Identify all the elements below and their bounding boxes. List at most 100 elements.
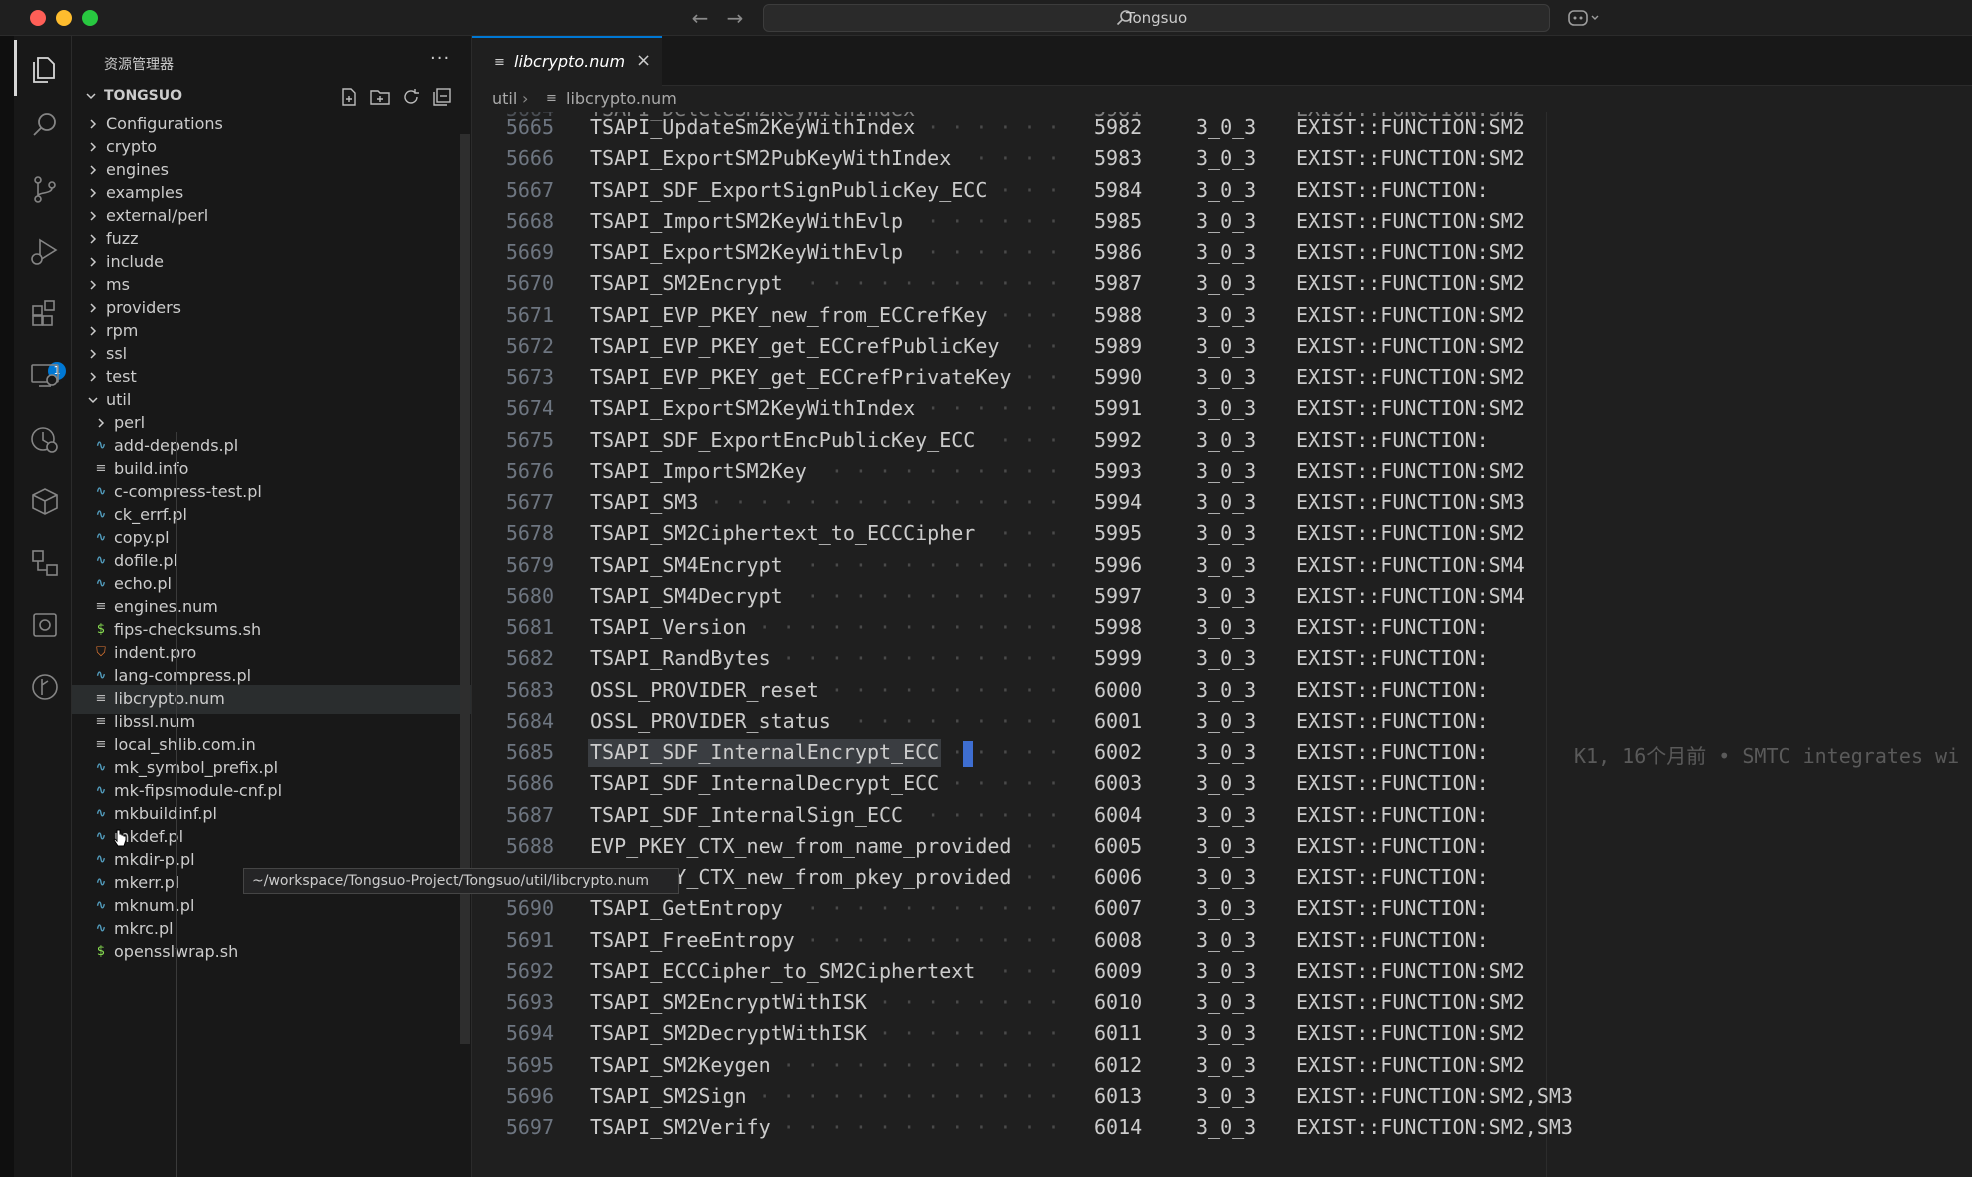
forward-arrow-icon[interactable]: → bbox=[723, 6, 747, 30]
symbol-name: TSAPI_GetEntropy bbox=[590, 896, 783, 921]
back-arrow-icon[interactable]: ← bbox=[688, 6, 712, 30]
minimize-window-button[interactable] bbox=[56, 10, 72, 26]
source-control-icon[interactable] bbox=[28, 172, 62, 206]
chevron-right-icon bbox=[90, 119, 97, 129]
tree-item-label: mkdir-p.pl bbox=[114, 850, 195, 869]
tree-item-label: crypto bbox=[106, 137, 158, 156]
line-number: 5682 bbox=[505, 646, 554, 671]
perl-file-icon: ∿ bbox=[95, 530, 107, 545]
settings-sync-icon[interactable] bbox=[28, 608, 62, 642]
maximize-window-button[interactable] bbox=[82, 10, 98, 26]
ordinal-number: 5996 bbox=[1094, 552, 1143, 577]
symbol-name: TSAPI_EVP_PKEY_get_ECCrefPublicKey bbox=[590, 333, 1000, 358]
export-info: EXIST::FUNCTION: bbox=[1296, 927, 1489, 952]
export-info: EXIST::FUNCTION:SM2 bbox=[1296, 115, 1525, 139]
symbol-name: TSAPI_SM2Verify bbox=[590, 1115, 771, 1139]
editor-line: · · · · · · · · · · · 5690 TSAPI_GetEntro… bbox=[472, 893, 1972, 925]
code-editor[interactable]: 5664 TSAPI_DeleteSM2KeyWithIndex 5981 EX… bbox=[472, 112, 1972, 1177]
structure-icon[interactable] bbox=[28, 546, 62, 580]
close-window-button[interactable] bbox=[30, 10, 46, 26]
copilot-icon[interactable] bbox=[1566, 6, 1602, 30]
export-info: EXIST::FUNCTION: bbox=[1296, 802, 1489, 827]
line-number: 5673 bbox=[505, 365, 554, 389]
timeline-icon[interactable] bbox=[28, 422, 62, 456]
tree-item-label: Configurations bbox=[106, 114, 223, 133]
version: 3_0_3 bbox=[1196, 1052, 1257, 1077]
search-icon[interactable] bbox=[28, 108, 62, 142]
breadcrumb-file[interactable]: libcrypto.num bbox=[566, 89, 677, 108]
workspace-section-header[interactable]: TONGSUO bbox=[72, 84, 471, 110]
line-number: 5686 bbox=[505, 771, 554, 796]
tree-item-label: examples bbox=[106, 183, 184, 202]
git-graph-icon[interactable] bbox=[28, 670, 62, 704]
editor-line: · · · · · · · · · · · 5670 TSAPI_SM2Encry… bbox=[472, 268, 1972, 300]
tree-item-label: include bbox=[106, 252, 164, 271]
chevron-right-icon bbox=[90, 142, 97, 152]
version: 3_0_3 bbox=[1196, 833, 1257, 858]
ordinal-number: 5982 bbox=[1094, 115, 1143, 139]
tree-item-label: libcrypto.num bbox=[114, 689, 225, 708]
chevron-right-icon bbox=[90, 188, 97, 198]
version: 3_0_3 bbox=[1196, 1021, 1257, 1046]
version: 3_0_3 bbox=[1196, 333, 1257, 358]
editor-line: · · · · · · · · · · · · · 5681 TSAPI_Vers… bbox=[472, 612, 1972, 644]
tree-item-label: dofile.pl bbox=[114, 551, 178, 570]
editor-line: · · · · · · · · · · · · 5682 TSAPI_RandBy… bbox=[472, 643, 1972, 675]
editor-line: · · · · · · · · · · · · · 5696 TSAPI_SM2S… bbox=[472, 1081, 1972, 1113]
ordinal-number: 5999 bbox=[1094, 646, 1143, 671]
tab-libcrypto-num[interactable]: ≡ libcrypto.num × bbox=[472, 36, 662, 86]
tree-file[interactable]: $ opensslwrap.sh bbox=[72, 938, 471, 967]
line-number: 5671 bbox=[505, 302, 554, 327]
chevron-right-icon bbox=[90, 257, 97, 267]
line-number: 5688 bbox=[505, 833, 554, 858]
line-number: 5677 bbox=[505, 490, 554, 514]
tree-item-label: c-compress-test.pl bbox=[114, 482, 262, 501]
export-info: EXIST::FUNCTION:SM2 bbox=[1296, 396, 1525, 421]
command-center-search[interactable]: Tongsuo bbox=[763, 4, 1550, 32]
tree-item-label: external/perl bbox=[106, 206, 209, 225]
export-info: EXIST::FUNCTION:SM2 bbox=[1296, 146, 1525, 171]
version: 3_0_3 bbox=[1196, 240, 1257, 264]
chevron-right-icon bbox=[90, 349, 97, 359]
sidebar-scrollbar[interactable] bbox=[460, 134, 470, 1044]
editor-line: · · · · · · 5668 TSAPI_ImportSM2KeyWithEv… bbox=[472, 206, 1972, 238]
chevron-right-icon bbox=[90, 326, 97, 336]
version: 3_0_3 bbox=[1196, 990, 1257, 1014]
export-info: EXIST::FUNCTION:SM2,SM3 bbox=[1296, 1083, 1573, 1108]
symbol-name: TSAPI_SM2DecryptWithISK bbox=[590, 1021, 867, 1046]
ordinal-number: 6000 bbox=[1094, 677, 1143, 702]
shell-file-icon: $ bbox=[96, 622, 106, 637]
line-number: 5695 bbox=[505, 1052, 554, 1077]
extensions-icon[interactable] bbox=[28, 296, 62, 330]
collapse-all-icon[interactable] bbox=[431, 86, 453, 108]
refresh-icon[interactable] bbox=[400, 86, 422, 108]
line-number: 5687 bbox=[505, 802, 554, 827]
tree-item-label: mkbuildinf.pl bbox=[114, 804, 217, 823]
remote-explorer-icon[interactable] bbox=[28, 358, 62, 392]
line-number: 5678 bbox=[505, 521, 554, 546]
export-info: EXIST::FUNCTION: bbox=[1296, 427, 1489, 452]
chevron-right-icon bbox=[90, 165, 97, 175]
breadcrumb-folder[interactable]: util bbox=[492, 89, 517, 108]
tree-item-label: build.info bbox=[114, 459, 189, 478]
symbol-name: TSAPI_SM2Encrypt bbox=[590, 271, 783, 296]
line-number: 5692 bbox=[505, 958, 554, 983]
version: 3_0_3 bbox=[1196, 771, 1257, 796]
line-number: 5693 bbox=[505, 990, 554, 1014]
export-info: EXIST::FUNCTION:SM2,SM3 bbox=[1296, 1115, 1573, 1139]
package-icon[interactable] bbox=[28, 484, 62, 518]
ordinal-number: 5994 bbox=[1094, 490, 1143, 514]
version: 3_0_3 bbox=[1196, 271, 1257, 296]
new-file-icon[interactable] bbox=[338, 86, 360, 108]
line-number: 5675 bbox=[505, 427, 554, 452]
explorer-icon[interactable] bbox=[28, 52, 62, 86]
more-actions-icon[interactable]: ··· bbox=[430, 48, 450, 69]
tree-item-label: perl bbox=[114, 413, 146, 432]
perl-file-icon: ∿ bbox=[95, 668, 107, 683]
run-debug-icon[interactable] bbox=[28, 234, 62, 268]
symbol-name: TSAPI_SDF_ExportSignPublicKey_ECC bbox=[590, 177, 988, 202]
new-folder-icon[interactable] bbox=[369, 86, 391, 108]
close-tab-icon[interactable]: × bbox=[636, 50, 651, 71]
chevron-down-icon bbox=[86, 93, 96, 100]
breadcrumb: util › ≡ libcrypto.num bbox=[472, 86, 1972, 112]
